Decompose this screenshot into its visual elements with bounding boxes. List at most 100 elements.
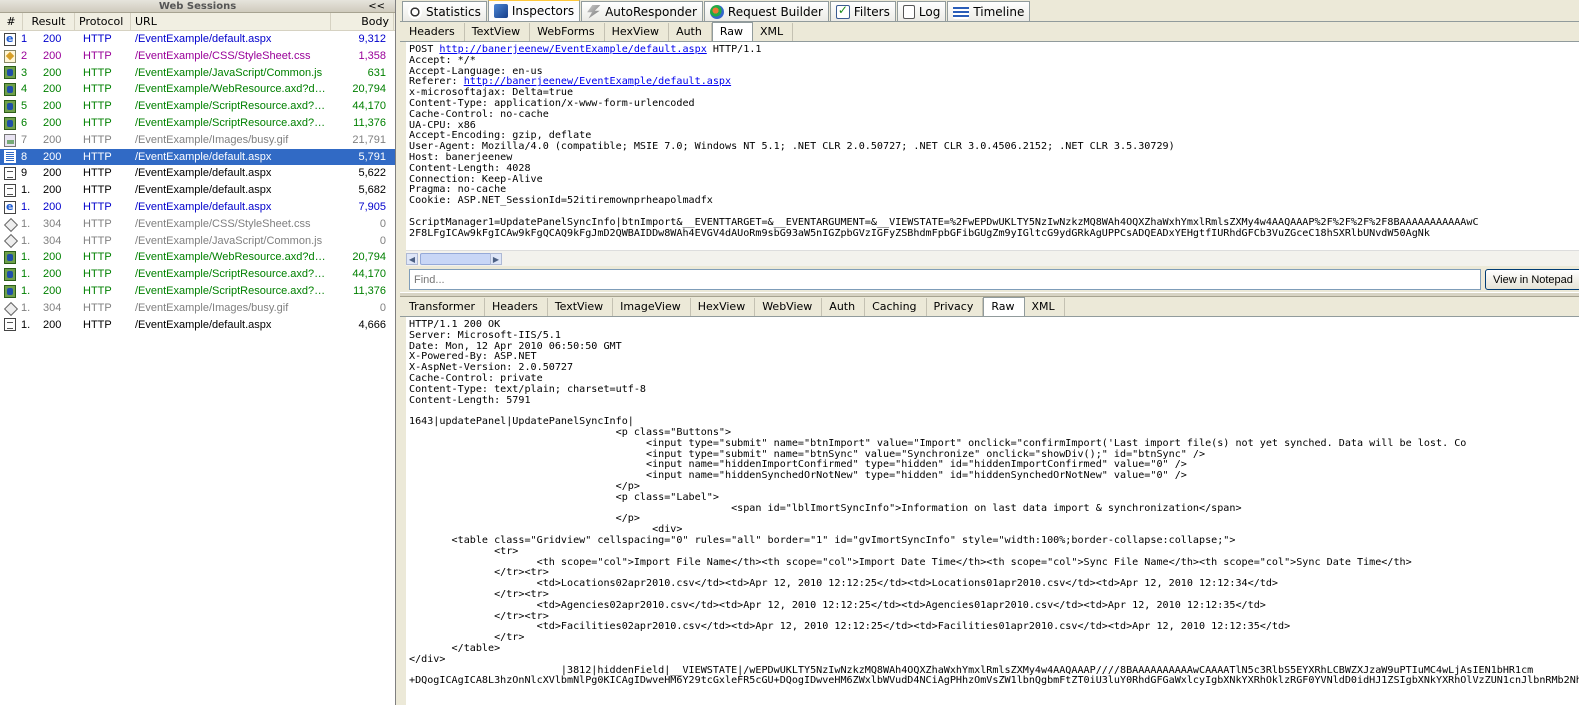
response-tab-headers[interactable]: Headers — [485, 298, 548, 316]
sessions-column-header: # Result Protocol URL Body — [0, 13, 395, 31]
session-row[interactable]: 1. 200 HTTP/EventExample/default.aspx 5,682 — [0, 182, 395, 199]
scroll-right-arrow-icon[interactable]: ▶ — [490, 253, 502, 265]
session-num: 7 — [21, 133, 28, 146]
session-body-size: 44,170 — [352, 100, 386, 113]
session-row[interactable]: 3 200 HTTP/EventExample/JavaScript/Common.… — [0, 65, 395, 82]
tab-inspectors[interactable]: Inspectors — [487, 0, 581, 21]
response-tab-raw[interactable]: Raw — [983, 297, 1025, 316]
request-raw-view[interactable]: POST http://banerjeenew/EventExample/def… — [406, 42, 1579, 250]
session-body-size: 20,794 — [352, 251, 386, 264]
request-tab-textview[interactable]: TextView — [465, 23, 531, 41]
response-tab-xml[interactable]: XML — [1025, 298, 1065, 316]
session-url: /EventExample/WebResource.axd?d=... — [135, 83, 328, 96]
tab-request-builder[interactable]: Request Builder — [703, 1, 829, 21]
session-icon-cell — [0, 199, 18, 216]
tab-label: Filters — [853, 4, 890, 19]
session-num: 1. — [21, 234, 31, 247]
session-row[interactable]: 7 200 HTTP/EventExample/Images/busy.gif 21,… — [0, 132, 395, 149]
session-row[interactable]: 5 200 HTTP/EventExample/ScriptResource.axd… — [0, 98, 395, 115]
response-tab-imageview[interactable]: ImageView — [613, 298, 691, 316]
session-num: 1. — [21, 251, 31, 264]
session-row[interactable]: 1. 200 HTTP/EventExample/WebResource.axd?d… — [0, 249, 395, 266]
session-protocol: HTTP — [83, 133, 112, 146]
session-body-size: 44,170 — [352, 268, 386, 281]
session-protocol: HTTP — [83, 49, 112, 62]
view-in-notepad-button[interactable]: View in Notepad — [1485, 269, 1579, 290]
session-protocol: HTTP — [83, 167, 112, 180]
session-row[interactable]: 1 200 HTTP/EventExample/default.aspx 9,312 — [0, 31, 395, 48]
session-body-size: 4,666 — [358, 318, 386, 331]
request-inspector-tabs: Headers TextView WebForms HexView Auth Raw XML — [400, 22, 1579, 42]
response-tab-auth[interactable]: Auth — [822, 298, 866, 316]
request-tab-hexview[interactable]: HexView — [605, 23, 670, 41]
response-tab-hexview[interactable]: HexView — [691, 298, 756, 316]
column-header-result[interactable]: Result — [23, 13, 75, 30]
tab-label: Log — [918, 4, 941, 19]
tab-autoresponder[interactable]: AutoResponder — [581, 1, 703, 21]
find-bar: View in Notepad — [406, 267, 1579, 291]
response-inspector-tabs: Transformer Headers TextView ImageView HexVi… — [400, 297, 1579, 317]
request-tab-auth[interactable]: Auth — [669, 23, 712, 41]
session-row[interactable]: 8 200 HTTP/EventExample/default.aspx 5,791 — [0, 148, 395, 166]
request-tab-webforms[interactable]: WebForms — [530, 23, 605, 41]
text-page-icon — [4, 167, 16, 181]
session-row[interactable]: 1. 304 HTTP/EventExample/JavaScript/Common… — [0, 233, 395, 250]
session-row[interactable]: 6 200 HTTP/EventExample/ScriptResource.axd… — [0, 115, 395, 132]
tab-filters[interactable]: Filters — [829, 1, 896, 21]
session-result: 200 — [43, 167, 62, 180]
session-row[interactable]: 4 200 HTTP/EventExample/WebResource.axd?d=… — [0, 81, 395, 98]
session-row[interactable]: 1. 304 HTTP/EventExample/Images/busy.gif 0 — [0, 300, 395, 317]
collapse-sessions-button[interactable]: << — [368, 0, 385, 13]
column-header-body[interactable]: Body — [331, 13, 394, 30]
session-body-size: 5,682 — [358, 184, 386, 197]
session-result: 304 — [43, 301, 62, 314]
column-header-url[interactable]: URL — [131, 13, 331, 30]
session-result: 200 — [43, 83, 62, 96]
session-protocol: HTTP — [83, 116, 112, 129]
scrollbar-thumb[interactable] — [420, 253, 498, 265]
scroll-left-arrow-icon[interactable]: ◀ — [406, 253, 418, 265]
session-result: 304 — [43, 217, 62, 230]
session-protocol: HTTP — [83, 234, 112, 247]
find-input[interactable] — [409, 269, 1481, 290]
column-header-num[interactable]: # — [0, 13, 23, 30]
session-body-size: 631 — [367, 66, 386, 79]
request-horizontal-scrollbar[interactable]: ◀ ▶ — [406, 250, 1579, 266]
request-tab-xml[interactable]: XML — [753, 23, 794, 41]
session-row[interactable]: 2 200 HTTP/EventExample/CSS/StyleSheet.css… — [0, 48, 395, 65]
tab-log[interactable]: Log — [896, 1, 947, 21]
session-icon-cell — [0, 300, 18, 317]
response-tab-webview[interactable]: WebView — [755, 298, 823, 316]
response-tab-caching[interactable]: Caching — [865, 298, 927, 316]
session-url: /EventExample/ScriptResource.axd?d... — [135, 284, 328, 297]
session-body-size: 1,358 — [358, 49, 386, 62]
session-row[interactable]: 1. 200 HTTP/EventExample/ScriptResource.ax… — [0, 266, 395, 283]
tab-statistics[interactable]: Statistics — [402, 1, 487, 21]
session-row[interactable]: 9 200 HTTP/EventExample/default.aspx 5,622 — [0, 165, 395, 182]
referer-url-link[interactable]: http://banerjeenew/EventExample/default.… — [464, 76, 731, 87]
filters-icon — [835, 3, 850, 19]
column-header-protocol[interactable]: Protocol — [75, 13, 131, 30]
request-tab-headers[interactable]: Headers — [402, 23, 465, 41]
request-http-version: HTTP/1.1 — [706, 44, 762, 55]
tab-timeline[interactable]: Timeline — [947, 1, 1031, 21]
session-row[interactable]: 1. 200 HTTP/EventExample/default.aspx 7,905 — [0, 199, 395, 216]
response-tab-textview[interactable]: TextView — [548, 298, 614, 316]
response-tab-transformer[interactable]: Transformer — [402, 298, 486, 316]
response-tab-privacy[interactable]: Privacy — [927, 298, 984, 316]
session-url: /EventExample/JavaScript/Common.js — [135, 66, 323, 79]
session-row[interactable]: 1. 200 HTTP/EventExample/ScriptResource.ax… — [0, 283, 395, 300]
request-tab-raw[interactable]: Raw — [711, 22, 753, 41]
cache-diamond-icon — [4, 234, 16, 247]
session-body-size: 0 — [379, 301, 386, 314]
session-icon-cell — [0, 81, 18, 98]
session-protocol: HTTP — [83, 66, 112, 79]
request-url-link[interactable]: http://banerjeenew/EventExample/default.… — [439, 44, 706, 55]
ie-page-icon — [4, 31, 16, 48]
session-row[interactable]: 1. 304 HTTP/EventExample/CSS/StyleSheet.cs… — [0, 216, 395, 233]
session-result: 200 — [43, 200, 62, 213]
web-sessions-panel: Web Sessions << # Result Protocol URL Bo… — [0, 0, 396, 705]
autoresponder-icon — [587, 4, 602, 19]
response-raw-view[interactable]: HTTP/1.1 200 OK Server: Microsoft-IIS/5.… — [406, 317, 1579, 705]
session-row[interactable]: 1. 200 HTTP/EventExample/default.aspx 4,666 — [0, 317, 395, 334]
